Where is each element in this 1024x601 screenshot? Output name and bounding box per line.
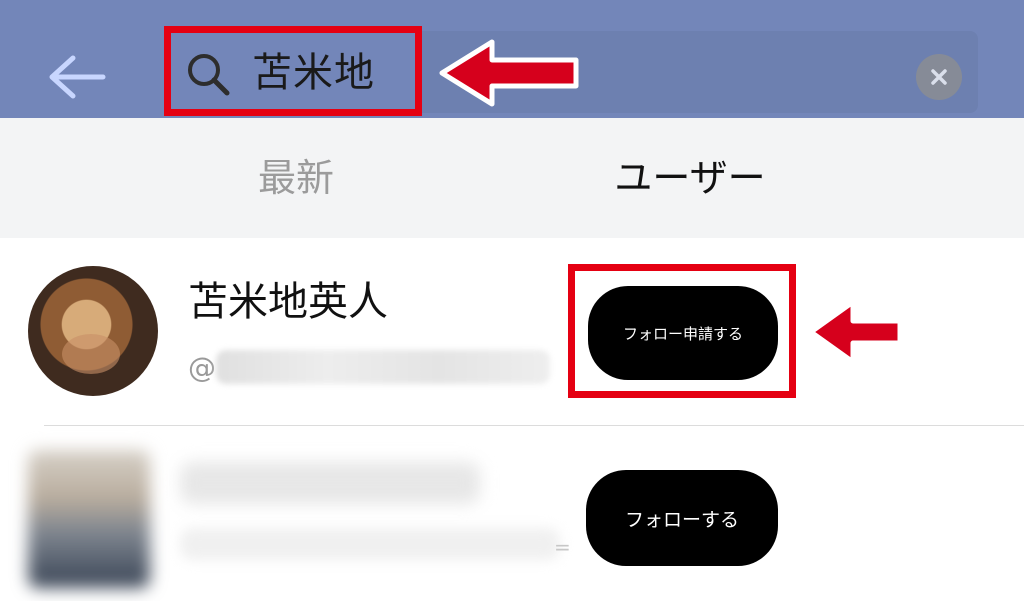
follow-button[interactable]: フォローする — [586, 470, 778, 566]
tab-bar: 最新 ユーザー — [0, 118, 1024, 238]
back-arrow-icon — [49, 55, 106, 99]
annotation-arrow-search — [439, 39, 579, 107]
clear-button[interactable] — [916, 54, 962, 100]
user-name: 苫米地英人 — [188, 279, 388, 325]
user-handle-prefix: @ — [188, 351, 216, 384]
blurred-handle — [216, 350, 550, 384]
search-icon — [188, 54, 230, 96]
separator-mark: = — [554, 535, 571, 559]
clear-icon — [931, 69, 947, 85]
back-button[interactable] — [44, 44, 110, 110]
row-divider — [44, 425, 1024, 426]
blurred-avatar — [28, 450, 150, 588]
search-input[interactable]: 苫米地 — [252, 45, 375, 101]
blurred-name — [180, 462, 480, 504]
tab-latest[interactable]: 最新 — [222, 118, 370, 238]
blurred-handle — [180, 528, 560, 560]
annotation-arrow-button — [808, 299, 903, 365]
avatar — [28, 266, 158, 396]
tab-users[interactable]: ユーザー — [580, 118, 800, 238]
follow-request-button[interactable]: フォロー申請する — [588, 286, 778, 380]
